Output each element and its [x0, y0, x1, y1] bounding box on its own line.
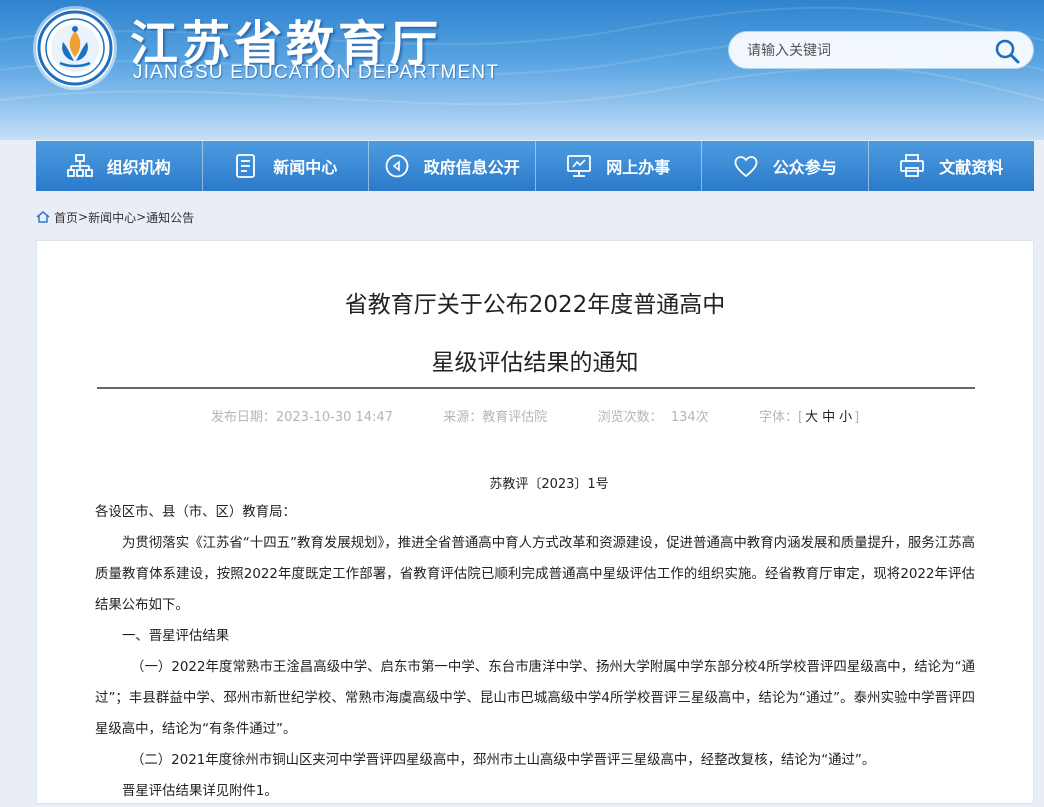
nav-item-public-participation[interactable]: 公众参与 — [702, 141, 869, 191]
body-paragraph: （一）2022年度常熟市王淦昌高级中学、启东市第一中学、东台市唐洋中学、扬州大学… — [95, 660, 975, 737]
breadcrumb-news-link[interactable]: 新闻中心 — [88, 209, 136, 226]
search-box — [728, 31, 1034, 69]
nav-label: 组织机构 — [106, 158, 171, 177]
salutation-paragraph: 各设区市、县（市、区）教育局： — [95, 505, 296, 520]
home-icon — [36, 211, 50, 223]
nav-item-news[interactable]: 新闻中心 — [203, 141, 369, 191]
font-size-medium-button[interactable]: 中 — [822, 410, 835, 425]
font-size-small-button[interactable]: 小 — [839, 410, 852, 425]
section-heading: 一、晋星评估结果 — [122, 629, 230, 644]
breadcrumb-separator: > — [136, 210, 147, 224]
nav-item-documents[interactable]: 文献资料 — [869, 141, 1035, 191]
views-value: 134次 — [670, 410, 709, 425]
font-size-bracket-close: ] — [854, 410, 860, 425]
nav-label: 网上办事 — [606, 158, 671, 177]
site-header: 江苏省教育厅 JIANGSU EDUCATION DEPARTMENT — [0, 0, 1044, 140]
views-label: 浏览次数： — [597, 410, 663, 425]
site-subtitle: JIANGSU EDUCATION DEPARTMENT — [133, 62, 500, 83]
publish-date-label: 发布日期： — [210, 410, 276, 425]
body-paragraph: 为贯彻落实《江苏省“十四五”教育发展规划》，推进全省普通高中育人方式改革和资源建… — [95, 536, 975, 613]
nav-label: 公众参与 — [772, 158, 837, 177]
title-divider — [97, 387, 975, 389]
info-disclosure-icon — [385, 154, 409, 178]
heart-icon — [734, 156, 758, 178]
monitor-icon — [567, 155, 592, 177]
org-chart-icon — [66, 154, 93, 177]
department-logo[interactable] — [36, 9, 114, 87]
body-paragraph: （二）2021年度徐州市铜山区夹河中学晋评四星级高中，邳州市土山高级中学晋评三星… — [131, 753, 876, 768]
article-title-line-2: 星级评估结果的通知 — [431, 350, 639, 376]
nav-item-organization[interactable]: 组织机构 — [36, 141, 203, 191]
search-input[interactable] — [747, 40, 977, 62]
breadcrumb-home-link[interactable]: 首页 — [54, 209, 78, 226]
nav-label: 新闻中心 — [273, 158, 338, 177]
breadcrumb: 首页 > 新闻中心 > 通知公告 — [36, 207, 194, 227]
font-size-bracket-open: [ — [797, 410, 804, 425]
breadcrumb-notices-link[interactable]: 通知公告 — [146, 209, 194, 226]
source-label: 来源： — [443, 410, 483, 425]
source-value: 教育评估院 — [482, 410, 548, 425]
publish-date-value: 2023-10-30 14:47 — [275, 410, 393, 425]
document-number: 苏教评〔2023〕1号 — [489, 477, 609, 492]
body-paragraph: 晋星评估结果详见附件1。 — [122, 784, 278, 799]
news-document-icon — [236, 154, 256, 178]
nav-label: 政府信息公开 — [423, 158, 520, 177]
nav-item-online-services[interactable]: 网上办事 — [536, 141, 702, 191]
department-emblem-icon — [37, 10, 113, 86]
article-meta: 发布日期：2023-10-30 14:47 来源：教育评估院 浏览次数： 134… — [37, 406, 1033, 425]
search-icon — [995, 39, 1020, 64]
article-panel: 省教育厅关于公布2022年度普通高中 星级评估结果的通知 发布日期：2023-1… — [36, 240, 1034, 804]
main-nav: 组织机构 新闻中心 政府信息公开 网上办事 公众参与 文献资料 — [36, 141, 1034, 191]
breadcrumb-separator: > — [78, 210, 89, 224]
search-button[interactable] — [993, 37, 1021, 65]
font-size-label: 字体： — [758, 410, 798, 425]
nav-item-info-disclosure[interactable]: 政府信息公开 — [369, 141, 536, 191]
font-size-large-button[interactable]: 大 — [805, 410, 818, 425]
printer-icon — [900, 154, 925, 177]
nav-label: 文献资料 — [939, 158, 1004, 177]
article-title-line-1: 省教育厅关于公布2022年度普通高中 — [344, 292, 726, 318]
article-body: 各设区市、县（市、区）教育局： 为贯彻落实《江苏省“十四五”教育发展规划》，推进… — [95, 497, 975, 807]
